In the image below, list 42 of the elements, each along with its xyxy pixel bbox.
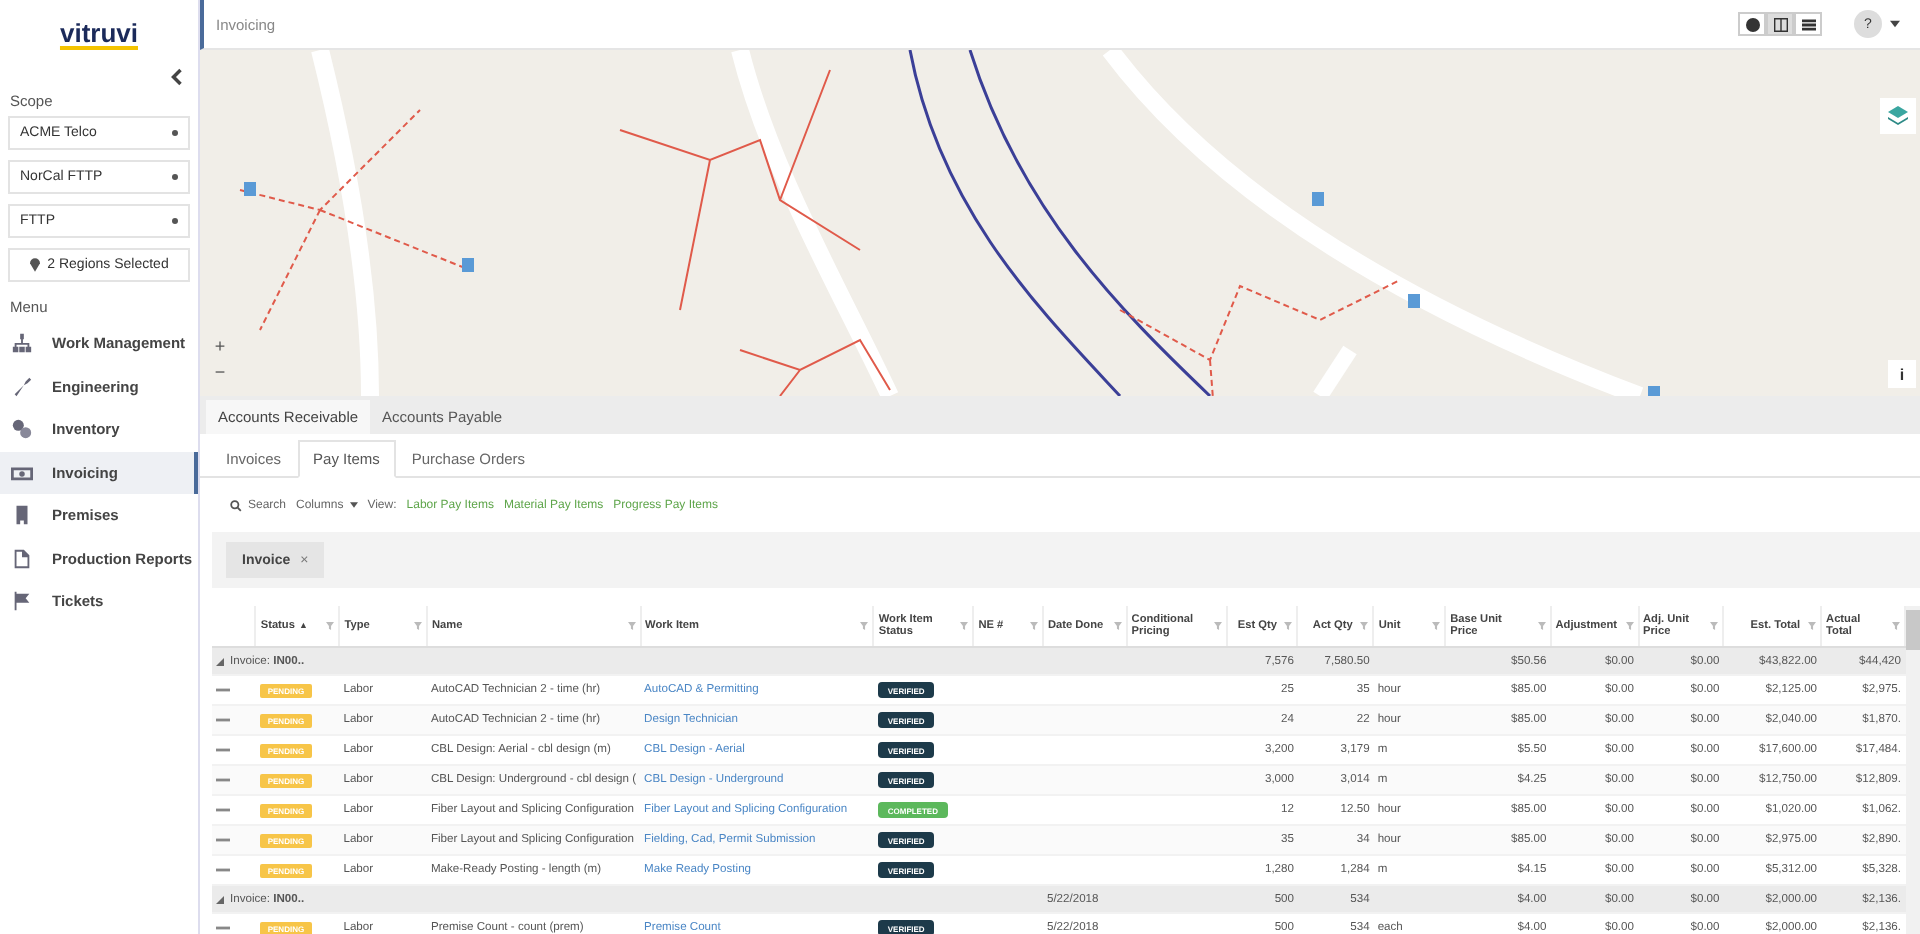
filter-icon[interactable] bbox=[1808, 621, 1817, 630]
filter-icon[interactable] bbox=[960, 622, 969, 630]
globe-icon bbox=[1745, 17, 1759, 31]
chevron-left-icon[interactable] bbox=[170, 68, 184, 86]
filter-icon[interactable] bbox=[1113, 621, 1122, 630]
filter-icon[interactable] bbox=[413, 621, 422, 630]
view-toggle-button[interactable] bbox=[1794, 12, 1822, 36]
sitemap-icon bbox=[10, 332, 34, 355]
caret-down-icon bbox=[349, 502, 358, 508]
scrollbar[interactable] bbox=[1906, 606, 1920, 934]
filter-icon[interactable] bbox=[1360, 621, 1369, 630]
document-icon bbox=[10, 547, 34, 570]
filter-icon[interactable] bbox=[1029, 621, 1038, 630]
filter-icon[interactable] bbox=[326, 621, 335, 630]
table-icon bbox=[1801, 17, 1815, 31]
layers-icon bbox=[1886, 104, 1910, 128]
zoom-out-button[interactable]: − bbox=[208, 358, 232, 384]
filter-icon[interactable] bbox=[1284, 621, 1293, 630]
view-toggle-button[interactable] bbox=[1738, 12, 1766, 36]
filter-icon[interactable] bbox=[627, 621, 636, 630]
filter-icon[interactable] bbox=[1710, 622, 1719, 630]
flag-icon bbox=[10, 590, 34, 613]
info-button[interactable]: i bbox=[1888, 360, 1916, 388]
filter-icon[interactable] bbox=[1537, 622, 1546, 630]
scrollbar-thumb[interactable] bbox=[1906, 610, 1920, 650]
zoom-in-button[interactable]: + bbox=[208, 332, 232, 358]
caret-down-icon[interactable] bbox=[1890, 20, 1900, 28]
expand-arrow-icon[interactable] bbox=[216, 657, 224, 665]
filter-icon[interactable] bbox=[1625, 621, 1633, 630]
filter-icon[interactable] bbox=[1213, 622, 1222, 630]
filter-icon[interactable] bbox=[860, 621, 869, 630]
coins-icon bbox=[10, 418, 34, 441]
layers-button[interactable] bbox=[1880, 98, 1916, 134]
logo: vitruvi bbox=[59, 18, 138, 48]
expand-arrow-icon[interactable] bbox=[216, 895, 224, 903]
filter-icon[interactable] bbox=[1892, 622, 1900, 630]
view-toggle-button[interactable] bbox=[1766, 12, 1794, 36]
wrench-icon bbox=[10, 375, 34, 398]
filter-icon[interactable] bbox=[1432, 621, 1441, 630]
search-icon bbox=[230, 499, 242, 511]
split-view-icon bbox=[1773, 17, 1787, 31]
pin-icon bbox=[29, 258, 40, 272]
